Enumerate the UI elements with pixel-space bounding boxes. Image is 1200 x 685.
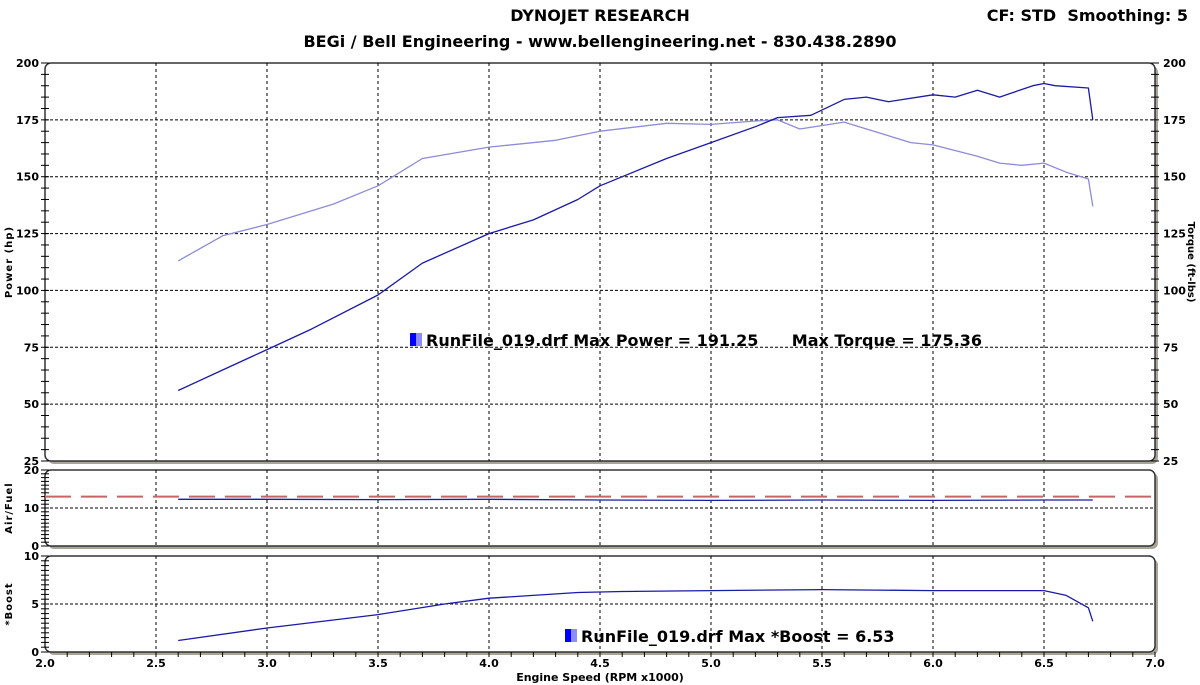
x-tick-label: 4.5: [590, 657, 610, 670]
legend-swatch: [565, 629, 571, 642]
dyno-chart: DYNOJET RESEARCH BEGi / Bell Engineering…: [0, 0, 1200, 685]
legend-swatch: [571, 629, 577, 642]
y-tick-label: 125: [16, 228, 39, 241]
x-tick-label: 5.5: [812, 657, 832, 670]
y2-tick-label: 175: [1163, 114, 1186, 127]
x-tick-label: 2.5: [146, 657, 166, 670]
x-axis-label: Engine Speed (RPM x1000): [516, 671, 684, 684]
y2-tick-label: 25: [1163, 455, 1178, 468]
y-tick-label: 20: [24, 464, 40, 477]
y2-tick-label: 125: [1163, 228, 1186, 241]
y-axis-label: Air/Fuel: [4, 482, 15, 533]
y-tick-label: 100: [16, 284, 39, 297]
y-tick-label: 200: [16, 57, 39, 70]
legend-swatch: [410, 333, 416, 346]
y2-axis-label: Torque (ft-lbs): [1185, 222, 1196, 303]
y-tick-label: 50: [24, 398, 40, 411]
x-tick-label: 2.0: [35, 657, 55, 670]
plot-area: 200 200 175 175 150 150 125 125 100 100 75 75 50 50 25…: [4, 57, 1196, 684]
y-tick-label: 5: [31, 598, 39, 611]
y2-tick-label: 50: [1163, 398, 1179, 411]
y-axis-label: Power (hp): [4, 226, 15, 298]
x-tick-label: 3.0: [257, 657, 277, 670]
y-tick-label: 150: [16, 171, 39, 184]
y2-tick-label: 150: [1163, 171, 1186, 184]
x-tick-label: 3.5: [368, 657, 388, 670]
y-tick-label: 10: [24, 502, 40, 515]
y-tick-label: 75: [24, 341, 39, 354]
max-power-torque-annotation: RunFile_019.drf Max Power = 191.25 Max T…: [426, 331, 982, 350]
y2-tick-label: 200: [1163, 57, 1186, 70]
x-tick-label: 6.5: [1034, 657, 1054, 670]
y-axis-label: *Boost: [4, 582, 15, 625]
y2-tick-label: 100: [1163, 284, 1186, 297]
max-boost-annotation: RunFile_019.drf Max *Boost = 6.53: [581, 627, 895, 646]
legend-swatch: [416, 333, 422, 346]
y-tick-label: 10: [24, 550, 40, 563]
y2-tick-label: 75: [1163, 341, 1178, 354]
y-tick-label: 175: [16, 114, 39, 127]
x-tick-label: 6.0: [923, 657, 943, 670]
x-tick-label: 5.0: [701, 657, 721, 670]
x-tick-label: 7.0: [1145, 657, 1165, 670]
x-tick-label: 4.0: [479, 657, 499, 670]
